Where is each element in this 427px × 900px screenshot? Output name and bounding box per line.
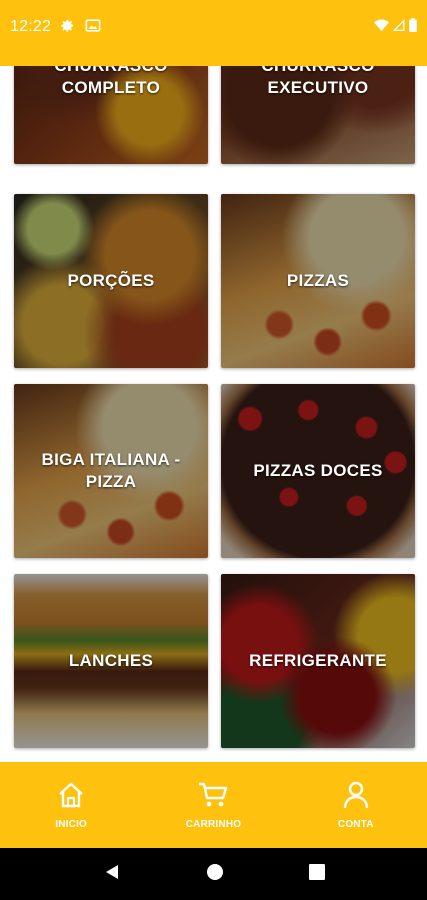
category-card-pizzas[interactable]: PIZZAS (221, 194, 415, 368)
category-card-pizzas-doces[interactable]: PIZZAS DOCES (221, 384, 415, 558)
status-bar: 12:22 (0, 0, 427, 66)
cart-icon (197, 780, 229, 815)
category-card-refrigerante[interactable]: REFRIGERANTE (221, 574, 415, 748)
category-card-churrasco-executivo[interactable]: CHURRASCO EXECUTIVO (221, 66, 415, 164)
nav-item-carrinho[interactable]: CARRINHO (142, 762, 284, 848)
recents-icon[interactable] (308, 863, 325, 885)
system-navigation-bar (0, 848, 427, 900)
category-label: BIGA ITALIANA - PIZZA (41, 450, 181, 491)
status-right-icons (374, 18, 417, 32)
nav-label: CONTA (337, 819, 374, 830)
category-card-biga-italiana-pizza[interactable]: BIGA ITALIANA - PIZZA (14, 384, 208, 558)
nav-item-conta[interactable]: CONTA (285, 762, 427, 848)
category-grid-viewport[interactable]: CHURRASCO COMPLETO CHURRASCO EXECUTIVO P… (0, 66, 427, 762)
bottom-navigation: INICIO CARRINHO CONTA (0, 762, 427, 848)
status-left-icons (60, 18, 101, 33)
gear-icon (60, 18, 75, 33)
category-card-churrasco-completo[interactable]: CHURRASCO COMPLETO (14, 66, 208, 164)
category-label: REFRIGERANTE (249, 651, 387, 670)
user-icon (341, 780, 371, 815)
category-card-lanches[interactable]: LANCHES (14, 574, 208, 748)
category-label: PIZZAS (286, 271, 350, 290)
back-icon[interactable] (103, 863, 121, 886)
status-time: 12:22 (10, 18, 52, 35)
home-circle-icon[interactable] (206, 863, 224, 886)
nav-label: INICIO (55, 819, 88, 830)
category-label: PIZZAS DOCES (253, 461, 383, 480)
battery-icon (409, 18, 417, 32)
category-card-porcoes[interactable]: PORÇÕES (14, 194, 208, 368)
category-label: PORÇÕES (67, 271, 155, 290)
category-label: CHURRASCO EXECUTIVO (261, 66, 374, 97)
nav-label: CARRINHO (185, 819, 242, 830)
category-label: CHURRASCO COMPLETO (54, 66, 167, 97)
signal-icon (393, 18, 405, 32)
nav-item-inicio[interactable]: INICIO (0, 762, 142, 848)
category-label: LANCHES (68, 651, 154, 670)
home-icon (56, 780, 86, 815)
photo-icon (85, 18, 101, 33)
wifi-icon (374, 19, 389, 32)
